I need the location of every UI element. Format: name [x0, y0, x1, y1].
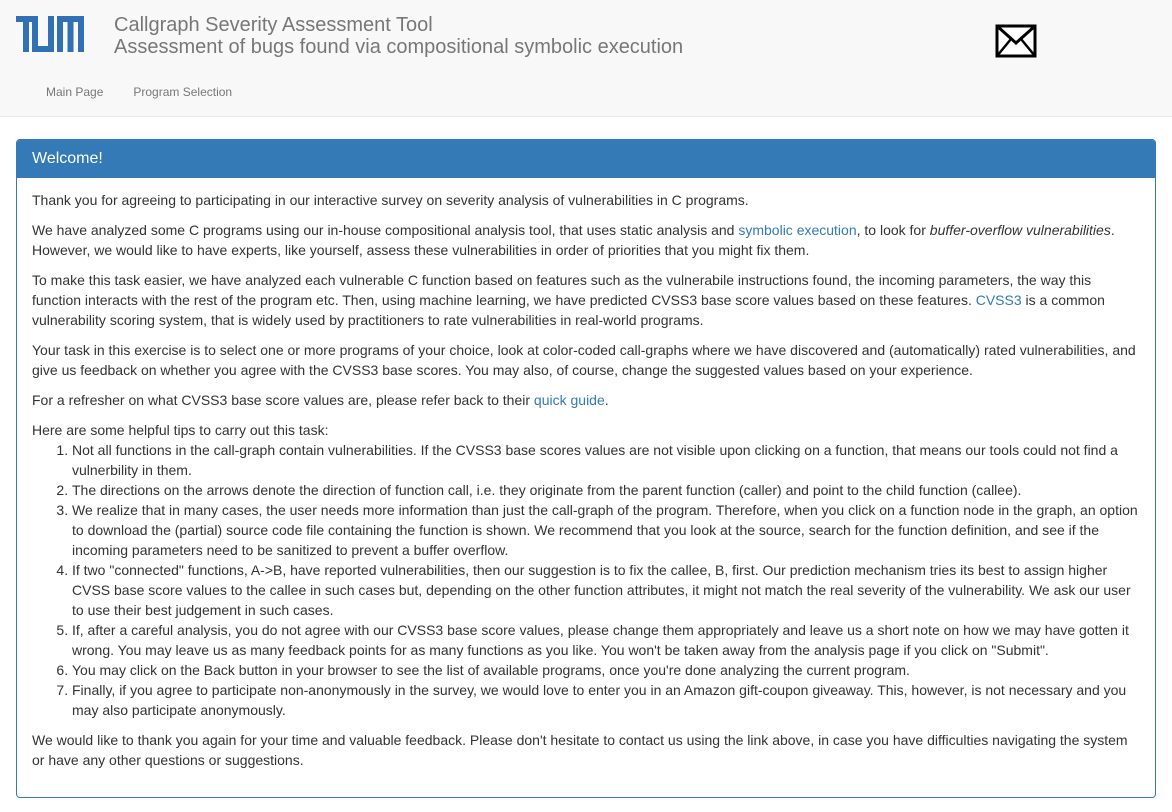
cvss-text-1: To make this task easier, we have analyz…: [32, 272, 1092, 308]
tip-item: Not all functions in the call-graph cont…: [72, 440, 1140, 480]
panel-body: Thank you for agreeing to participating …: [17, 178, 1155, 770]
refresher-text-2: .: [604, 392, 609, 408]
tip-item: You may click on the Back button in your…: [72, 660, 1140, 680]
analysis-text-2: , to look for: [856, 222, 930, 238]
contact-mail-link[interactable]: [995, 24, 1037, 58]
intro-paragraph: Thank you for agreeing to participating …: [32, 192, 749, 208]
tip-item: If two "connected" functions, A->B, have…: [72, 560, 1140, 620]
header-titles: Callgraph Severity Assessment Tool Asses…: [114, 14, 683, 58]
tips-intro: Here are some helpful tips to carry out …: [32, 422, 329, 438]
tips-list: Not all functions in the call-graph cont…: [32, 440, 1140, 720]
app-title: Callgraph Severity Assessment Tool: [114, 14, 433, 36]
cvss3-link[interactable]: CVSS3: [976, 292, 1022, 308]
nav-main-page[interactable]: Main Page: [31, 82, 118, 102]
nav-program-selection[interactable]: Program Selection: [118, 82, 247, 102]
welcome-panel: Welcome! Thank you for agreeing to parti…: [16, 139, 1156, 798]
site-header: Callgraph Severity Assessment Tool Asses…: [0, 0, 1172, 117]
quick-guide-link[interactable]: quick guide: [534, 392, 605, 408]
buffer-overflow-emphasis: buffer-overflow vulnerabilities: [929, 222, 1111, 238]
refresher-text-1: For a refresher on what CVSS3 base score…: [32, 392, 534, 408]
analysis-paragraph: We have analyzed some C programs using o…: [32, 220, 1140, 260]
app-subtitle: Assessment of bugs found via composition…: [114, 36, 684, 58]
tip-item: The directions on the arrows denote the …: [72, 480, 1140, 500]
mail-icon: [995, 24, 1037, 58]
symbolic-execution-link[interactable]: symbolic execution: [738, 222, 856, 238]
cvss-paragraph: To make this task easier, we have analyz…: [32, 270, 1140, 330]
task-paragraph: Your task in this exercise is to select …: [32, 342, 1136, 378]
tip-item: Finally, if you agree to participate non…: [72, 680, 1140, 720]
tip-item: If, after a careful analysis, you do not…: [72, 620, 1140, 660]
main-nav: Main Page Program Selection: [31, 82, 247, 102]
tum-logo: [16, 16, 84, 52]
panel-heading: Welcome!: [17, 140, 1155, 178]
analysis-text-1: We have analyzed some C programs using o…: [32, 222, 739, 238]
closing-paragraph: We would like to thank you again for you…: [32, 732, 1128, 768]
tip-item: We realize that in many cases, the user …: [72, 500, 1140, 560]
refresher-paragraph: For a refresher on what CVSS3 base score…: [32, 390, 1140, 410]
